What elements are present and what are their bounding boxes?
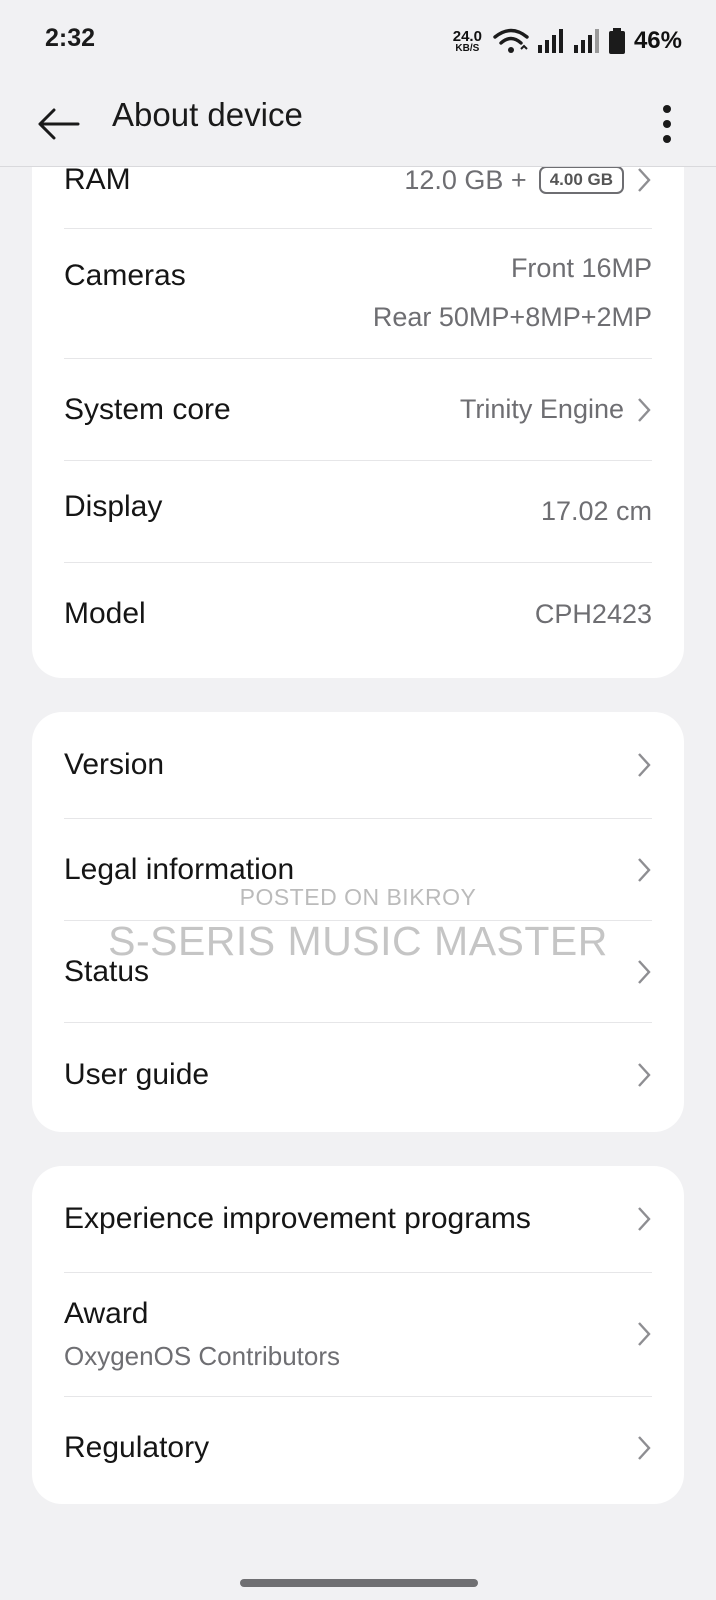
status-icons: 24.0 KB/S 46% [453,24,682,58]
chevron-right-icon [638,397,651,422]
chevron-right-icon [638,1322,651,1346]
user-guide-label: User guide [64,1058,210,1091]
status-time: 2:32 [45,24,96,52]
chevron-right-icon [638,1436,651,1460]
network-speed-value: 24.0 [452,27,482,45]
battery-icon [608,28,625,54]
experience-programs-label: Experience improvement programs [64,1202,531,1235]
model-value: CPH2423 [534,598,652,629]
app-bar: About device [0,82,716,167]
page-title: About device [112,96,303,133]
regulatory-row[interactable]: Regulatory [64,1397,652,1499]
status-bar: 2:32 24.0 KB/S 46% [0,0,716,82]
version-row[interactable]: Version [64,712,652,818]
rear-camera-value: Rear 50MP+8MP+2MP [372,302,652,332]
signal-icon [537,29,563,53]
front-camera-value: Front 16MP [510,253,652,283]
more-options-button[interactable] [652,94,682,154]
watermark-seller: S-SERIS MUSIC MASTER [108,918,608,964]
cameras-label: Cameras [64,259,186,292]
network-speed-unit: KB/S [455,42,480,54]
chevron-right-icon [638,1207,651,1231]
back-arrow-icon [38,108,80,140]
watermark-posted-on: POSTED ON BIKROY [239,884,477,910]
system-core-label: System core [64,392,231,426]
chevron-right-icon [638,753,651,777]
home-indicator[interactable] [240,1579,478,1587]
experience-programs-row[interactable]: Experience improvement programs [64,1166,652,1272]
award-row[interactable]: Award OxygenOS Contributors [64,1273,652,1395]
display-row: Display 17.02 cm [64,461,652,562]
more-vertical-icon [663,105,671,143]
user-guide-row[interactable]: User guide [64,1023,652,1127]
version-label: Version [64,748,165,781]
wifi-icon [493,28,529,53]
device-specs-card: RAM 12.0 GB + 4.00 GB Cameras Front 16MP… [32,132,684,678]
ram-expansion-badge: 4.00 GB [538,166,624,194]
display-value: 17.02 cm [540,496,652,526]
network-speed: 24.0 KB/S [453,29,482,54]
chevron-right-icon [638,1063,651,1087]
ram-value: 12.0 GB + [404,164,527,195]
chevron-right-icon [638,168,651,192]
back-button[interactable] [30,96,86,152]
cameras-row: Cameras Front 16MP Rear 50MP+8MP+2MP [64,229,652,357]
chevron-right-icon [638,857,651,882]
legal-information-label: Legal information [64,852,295,886]
model-row: Model CPH2423 [64,563,652,665]
display-label: Display [64,489,163,523]
system-core-value: Trinity Engine [459,394,624,424]
system-core-row[interactable]: System core Trinity Engine [64,359,652,460]
model-label: Model [64,597,146,630]
award-label: Award [64,1296,149,1330]
more-options-card: Experience improvement programs Award Ox… [32,1166,684,1504]
signal-icon [573,29,599,53]
regulatory-label: Regulatory [64,1431,210,1464]
battery-percentage: 46% [633,27,682,54]
ram-label: RAM [64,163,131,196]
award-subtitle: OxygenOS Contributors [64,1340,341,1371]
